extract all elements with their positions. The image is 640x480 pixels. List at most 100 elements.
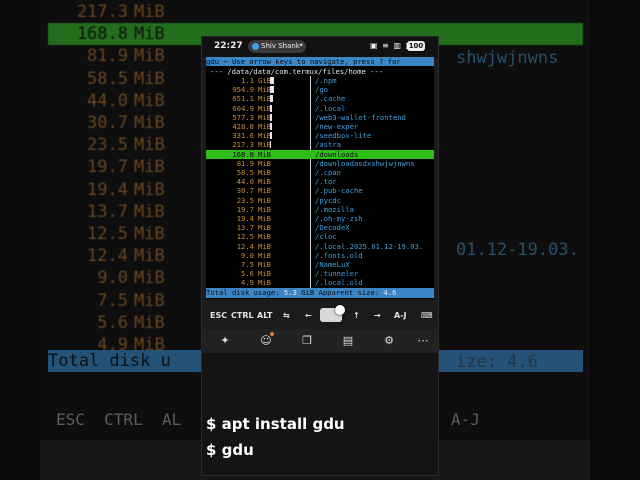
pin-icon[interactable]: ✦: [216, 332, 234, 350]
row-size: 58.5: [236, 168, 254, 177]
row-size: 30.7: [236, 186, 254, 196]
directory-row[interactable]: 5.6 MiB /.tunneler: [206, 269, 434, 279]
directory-row[interactable]: 44.0 MiB /.tor: [206, 177, 434, 187]
row-size: 604.9: [232, 103, 254, 113]
column-divider: [310, 232, 311, 242]
up-arrow-key[interactable]: ↑: [353, 311, 360, 320]
terminal-view[interactable]: gdu ~ Use arrow keys to navigate, press …: [206, 57, 434, 299]
row-unit: MiB: [258, 269, 271, 279]
tab-key[interactable]: ⇆: [283, 311, 290, 320]
row-unit: MiB: [258, 177, 271, 187]
row-size: 954.9: [232, 85, 254, 95]
notification-dot: [270, 332, 274, 336]
row-name: /.local: [315, 103, 346, 113]
row-size: 331.6: [232, 131, 254, 141]
row-name: /new-exper: [315, 122, 359, 131]
directory-row[interactable]: 651.1 MiB/.cache: [206, 94, 434, 104]
current-path: --- /data/data/com.termux/files/home ---: [210, 67, 384, 76]
extra-keys-row: ESC CTRL ALT ⇆ ← ↑ → A-J ⌨: [202, 303, 438, 331]
ctrl-key[interactable]: CTRL: [231, 311, 254, 320]
row-unit: MiB: [258, 278, 271, 288]
row-name: /.fonts.old: [315, 250, 363, 260]
directory-row[interactable]: 12.5 MiB/cloc: [206, 232, 434, 242]
notification-chip[interactable]: Shiv Shank: [248, 40, 306, 53]
usage-bar: [270, 86, 274, 94]
row-name: /.pub-cache: [315, 186, 363, 196]
directory-row[interactable]: 9.0 MiB /.fonts.old: [206, 250, 434, 260]
column-divider: [310, 223, 311, 233]
more-icon[interactable]: ⋯: [414, 332, 432, 350]
background-size: 5.6: [97, 312, 128, 333]
background-fragment: 01.12-19.03.: [456, 240, 579, 260]
directory-row[interactable]: 58.5 MiB /.cpan: [206, 168, 434, 178]
aj-key[interactable]: A-J: [394, 311, 407, 320]
column-divider: [310, 250, 311, 260]
settings-icon[interactable]: ⚙: [380, 332, 398, 350]
directory-row[interactable]: 81.9 MiB/downloadasdxshwjwjnwns: [206, 158, 434, 168]
background-unit: MiB: [134, 46, 165, 67]
background-unit: MiB: [134, 312, 165, 333]
directory-row[interactable]: 23.5 MiB/pycdc: [206, 195, 434, 205]
left-arrow-key[interactable]: ←: [305, 311, 312, 320]
alt-key[interactable]: ALT: [257, 311, 272, 320]
directory-row[interactable]: 13.7 MiB/DecodeX: [206, 223, 434, 233]
row-name: /web3-wallet-frontend: [315, 112, 406, 122]
right-arrow-key[interactable]: →: [374, 311, 381, 320]
background-row: 217.3 MiB: [0, 1, 640, 23]
directory-row[interactable]: 168.8 MiB/downloads: [206, 149, 434, 159]
row-name: /astra: [315, 140, 341, 150]
row-name: /.cache: [315, 94, 346, 104]
background-unit: MiB: [134, 135, 165, 156]
caption-line: $ gdu: [206, 441, 254, 459]
row-name: /NameLuX: [315, 260, 350, 269]
background-unit: MiB: [134, 246, 165, 267]
background-unit: MiB: [134, 201, 165, 222]
directory-row[interactable]: 19.4 MiB /.oh-my-zsh: [206, 214, 434, 224]
clipboard-icon[interactable]: ▤: [339, 332, 357, 350]
column-divider: [310, 158, 311, 168]
row-name: /.oh-my-zsh: [315, 214, 363, 223]
row-name: /DecodeX: [315, 223, 350, 233]
copy-icon[interactable]: ❐: [298, 332, 316, 350]
directory-row[interactable]: 217.3 MiB/astra: [206, 140, 434, 150]
background-size: 9.0: [97, 268, 128, 289]
directory-row[interactable]: 428.8 MiB/new-exper: [206, 122, 434, 132]
row-name: /downloadasdxshwjwjnwns: [315, 158, 415, 168]
column-divider: [310, 241, 311, 251]
background-size: 12.5: [87, 224, 128, 244]
directory-row[interactable]: 577.3 MiB/web3-wallet-frontend: [206, 112, 434, 122]
row-unit: MiB: [258, 158, 271, 168]
row-size: 651.1: [232, 94, 254, 104]
directory-row[interactable]: 30.7 MiB /.pub-cache: [206, 186, 434, 196]
row-unit: MiB: [258, 195, 271, 205]
directory-row[interactable]: 954.9 MiB/go: [206, 85, 434, 95]
directory-row[interactable]: 7.5 MiB/NameLuX: [206, 260, 434, 270]
directory-row[interactable]: 1.1 GiB/.npm: [206, 76, 434, 86]
background-edge: [0, 0, 40, 480]
directory-row[interactable]: 12.4 MiB /.local.2025.01.12-19.03.: [206, 241, 434, 251]
row-size: 19.7: [236, 204, 254, 214]
background-size: 7.5: [97, 290, 128, 311]
directory-row[interactable]: 4.9 MiB /.local.old: [206, 278, 434, 288]
background-edge: [590, 0, 640, 480]
app-toolbar: ✦ ☺ ❐ ▤ ⚙ ⋯: [202, 329, 438, 353]
directory-row[interactable]: 331.6 MiB/seedbox-lite: [206, 131, 434, 141]
background-size: 44.0: [87, 90, 128, 111]
directory-row[interactable]: 19.7 MiB /.mozilla: [206, 204, 434, 214]
row-name: /seedbox-lite: [315, 131, 372, 141]
row-unit: MiB: [258, 223, 271, 233]
usage-bar: [270, 77, 274, 84]
row-unit: MiB: [258, 168, 271, 177]
keyboard-icon[interactable]: ⌨: [421, 311, 433, 320]
row-size: 577.3: [232, 112, 254, 122]
background-unit: MiB: [134, 24, 165, 45]
footer-label: Total disk usage:: [206, 288, 284, 297]
usage-bar: [270, 113, 272, 121]
row-size: 7.5: [241, 260, 254, 269]
touch-indicator: [335, 305, 345, 315]
esc-key[interactable]: ESC: [210, 311, 227, 320]
background-size: 13.7: [87, 201, 128, 222]
background-unit: MiB: [134, 90, 165, 111]
row-size: 44.0: [236, 177, 254, 187]
directory-row[interactable]: 604.9 MiB/.local: [206, 103, 434, 113]
